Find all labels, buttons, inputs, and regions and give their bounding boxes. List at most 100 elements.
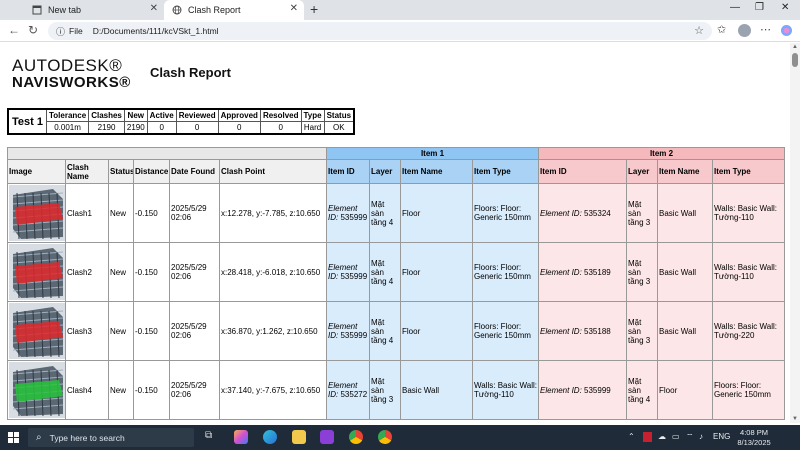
clash-thumbnail <box>7 301 66 361</box>
close-tab-icon[interactable]: ✕ <box>290 3 298 14</box>
maximize-icon[interactable]: ❐ <box>755 2 764 13</box>
browser-window: New tab ✕ Clash Report ✕ + — ❐ ✕ ← ↻ ⓘ F… <box>0 0 800 450</box>
col-header-item1-name: Item Name <box>400 159 473 184</box>
summary-value: OK <box>323 121 355 135</box>
copilot-icon[interactable] <box>780 24 793 37</box>
taskbar-search[interactable]: ⌕ Type here to search <box>28 428 194 447</box>
task-view-icon[interactable]: ⧉ <box>205 430 219 444</box>
scroll-up-icon[interactable]: ▲ <box>792 44 798 50</box>
col-header-item2-name: Item Name <box>657 159 713 184</box>
item1-layer: Mặt sàn tầng 4 <box>369 183 401 243</box>
windows-taskbar: ⌕ Type here to search ⧉ ⌃ ☁ ▭ ⌔ ♪ ENG 4:… <box>0 425 800 450</box>
tab-new-tab[interactable]: New tab ✕ <box>24 0 164 20</box>
clash-point: x:12.278, y:-7.785, z:10.650 <box>219 183 327 243</box>
minimize-icon[interactable]: — <box>730 2 740 13</box>
chrome-profile-app-icon[interactable] <box>378 430 392 444</box>
taskbar-clock[interactable]: 4:08 PM 8/13/2025 <box>730 428 778 448</box>
element-id-value: 535999 <box>340 213 368 222</box>
reload-icon[interactable]: ↻ <box>28 23 38 37</box>
element-id-value: 535999 <box>340 272 368 281</box>
tab-label: New tab <box>48 5 82 15</box>
avatar[interactable] <box>738 24 751 37</box>
element-id-value: 535188 <box>584 326 611 336</box>
clash-point: x:36.870, y:1.262, z:10.650 <box>219 301 327 361</box>
table-row: Clash1 New -0.150 2025/5/29 02:06 x:12.278, … <box>7 183 785 243</box>
globe-icon <box>172 5 182 15</box>
col-header-image: Image <box>7 159 66 184</box>
tab-strip: New tab ✕ Clash Report ✕ + — ❐ ✕ <box>0 0 800 20</box>
clash-name: Clash4 <box>65 360 109 420</box>
col-header-item1-id: Item ID <box>326 159 370 184</box>
windows-start-icon[interactable] <box>8 432 19 443</box>
item2-id: Element ID: 535188 <box>538 301 627 361</box>
col-header-date-found: Date Found <box>169 159 220 184</box>
summary-value: 0.001m <box>45 121 90 135</box>
page-scrollbar[interactable]: ▲ ▼ <box>790 43 800 423</box>
clash-distance: -0.150 <box>133 360 170 420</box>
summary-value: Hard <box>300 121 325 135</box>
back-arrow-icon[interactable]: ← <box>8 23 20 37</box>
summary-value: 2190 <box>88 121 125 135</box>
volume-icon[interactable]: ♪ <box>699 432 703 441</box>
info-icon: ⓘ <box>56 26 66 37</box>
star-icon[interactable]: ☆ <box>694 24 704 37</box>
app-icon[interactable] <box>320 430 334 444</box>
new-tab-button[interactable]: + <box>310 1 318 17</box>
clash-name: Clash1 <box>65 183 109 243</box>
clash-distance: -0.150 <box>133 301 170 361</box>
col-header-distance: Distance <box>133 159 170 184</box>
tray-app-icon[interactable] <box>643 432 652 442</box>
tray-chevron-icon[interactable]: ⌃ <box>628 432 635 441</box>
page-title: Clash Report <box>150 65 231 80</box>
newtab-icon <box>32 5 42 15</box>
clash-name: Clash2 <box>65 242 109 302</box>
clash-thumbnail-image[interactable] <box>9 185 65 241</box>
address-bar[interactable]: ⓘ File D:/Documents/111/kcVSkt_1.html ☆ <box>48 22 712 40</box>
chrome-app-icon[interactable] <box>349 430 363 444</box>
item2-type: Walls: Basic Wall: Tường-220 <box>712 301 785 361</box>
clash-thumbnail-image[interactable] <box>9 362 65 418</box>
language-indicator[interactable]: ENG <box>713 432 730 441</box>
clash-date: 2025/5/29 02:06 <box>169 242 220 302</box>
wifi-icon[interactable]: ⌔ <box>686 432 694 442</box>
element-id-label: Element ID: <box>540 208 582 218</box>
item2-type: Walls: Basic Wall: Tường-110 <box>712 183 785 243</box>
logo-line-1: AUTODESK® <box>12 56 123 75</box>
tab-clash-report[interactable]: Clash Report ✕ <box>164 0 304 20</box>
clash-name: Clash3 <box>65 301 109 361</box>
more-menu-icon[interactable]: ⋯ <box>760 23 771 36</box>
clash-thumbnail-image[interactable] <box>9 303 65 359</box>
summary-header: Tolerance <box>45 108 90 122</box>
item2-type: Walls: Basic Wall: Tường-110 <box>712 242 785 302</box>
network-icon[interactable]: ▭ <box>672 432 680 441</box>
onedrive-icon[interactable]: ☁ <box>658 432 666 441</box>
search-icon: ⌕ <box>36 432 42 443</box>
summary-header: Type <box>300 108 325 122</box>
scrollbar-thumb[interactable] <box>792 53 798 67</box>
item1-name: Basic Wall <box>400 360 473 420</box>
table-row: Clash4 New -0.150 2025/5/29 02:06 x:37.140, … <box>7 360 785 420</box>
clash-thumbnail-image[interactable] <box>9 244 65 300</box>
tab-label: Clash Report <box>188 5 241 15</box>
scroll-down-icon[interactable]: ▼ <box>792 416 798 422</box>
edge-app-icon[interactable] <box>263 430 277 444</box>
clash-distance: -0.150 <box>133 242 170 302</box>
favorites-icon[interactable]: ✩ <box>717 23 726 36</box>
copilot-app-icon[interactable] <box>234 430 248 444</box>
close-window-icon[interactable]: ✕ <box>781 2 789 13</box>
item2-name: Basic Wall <box>657 301 713 361</box>
summary-header: Status <box>323 108 355 122</box>
logo-line-2: NAVISWORKS® <box>12 74 131 91</box>
close-tab-icon[interactable]: ✕ <box>150 3 158 14</box>
item2-id: Element ID: 535189 <box>538 242 627 302</box>
clash-date: 2025/5/29 02:06 <box>169 183 220 243</box>
item2-id: Element ID: 535999 <box>538 360 627 420</box>
table-row: Clash2 New -0.150 2025/5/29 02:06 x:28.418, … <box>7 242 785 302</box>
summary-header: New <box>123 108 148 122</box>
clash-status: New <box>108 360 134 420</box>
summary-value: 0 <box>146 121 177 135</box>
file-explorer-icon[interactable] <box>292 430 306 444</box>
item1-layer: Mặt sàn tầng 4 <box>369 242 401 302</box>
item2-name: Floor <box>657 360 713 420</box>
clash-point: x:37.140, y:-7.675, z:10.650 <box>219 360 327 420</box>
